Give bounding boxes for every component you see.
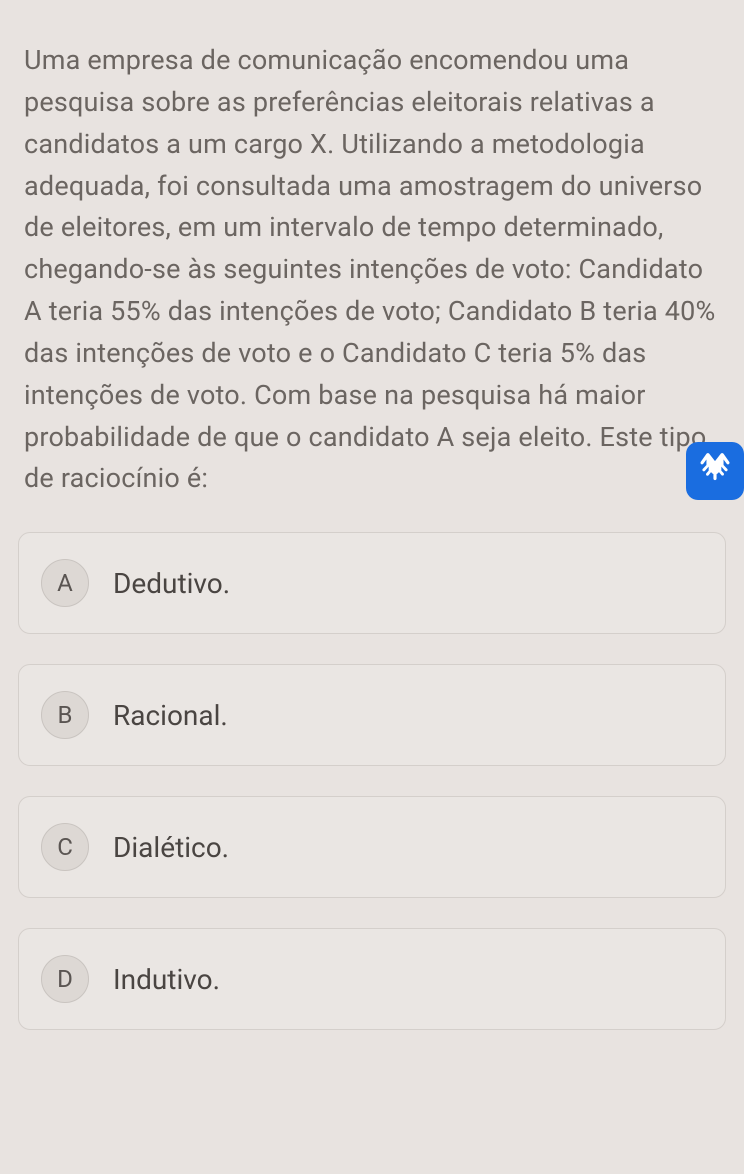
question-text: Uma empresa de comunicação encomendou um… xyxy=(24,40,720,500)
option-letter-c: C xyxy=(41,823,89,871)
question-container: Uma empresa de comunicação encomendou um… xyxy=(0,0,744,520)
option-letter-b: B xyxy=(41,691,89,739)
option-text-c: Dialético. xyxy=(113,831,229,864)
options-container: A Dedutivo. B Racional. C Dialético. D I… xyxy=(0,520,744,1072)
option-c[interactable]: C Dialético. xyxy=(18,796,726,898)
option-letter-d: D xyxy=(41,955,89,1003)
option-text-d: Indutivo. xyxy=(113,963,220,996)
sign-language-icon xyxy=(696,450,734,492)
option-b[interactable]: B Racional. xyxy=(18,664,726,766)
option-letter-a: A xyxy=(41,559,89,607)
option-text-b: Racional. xyxy=(113,699,228,732)
accessibility-button[interactable] xyxy=(686,442,744,500)
option-a[interactable]: A Dedutivo. xyxy=(18,532,726,634)
option-text-a: Dedutivo. xyxy=(113,567,230,600)
option-d[interactable]: D Indutivo. xyxy=(18,928,726,1030)
